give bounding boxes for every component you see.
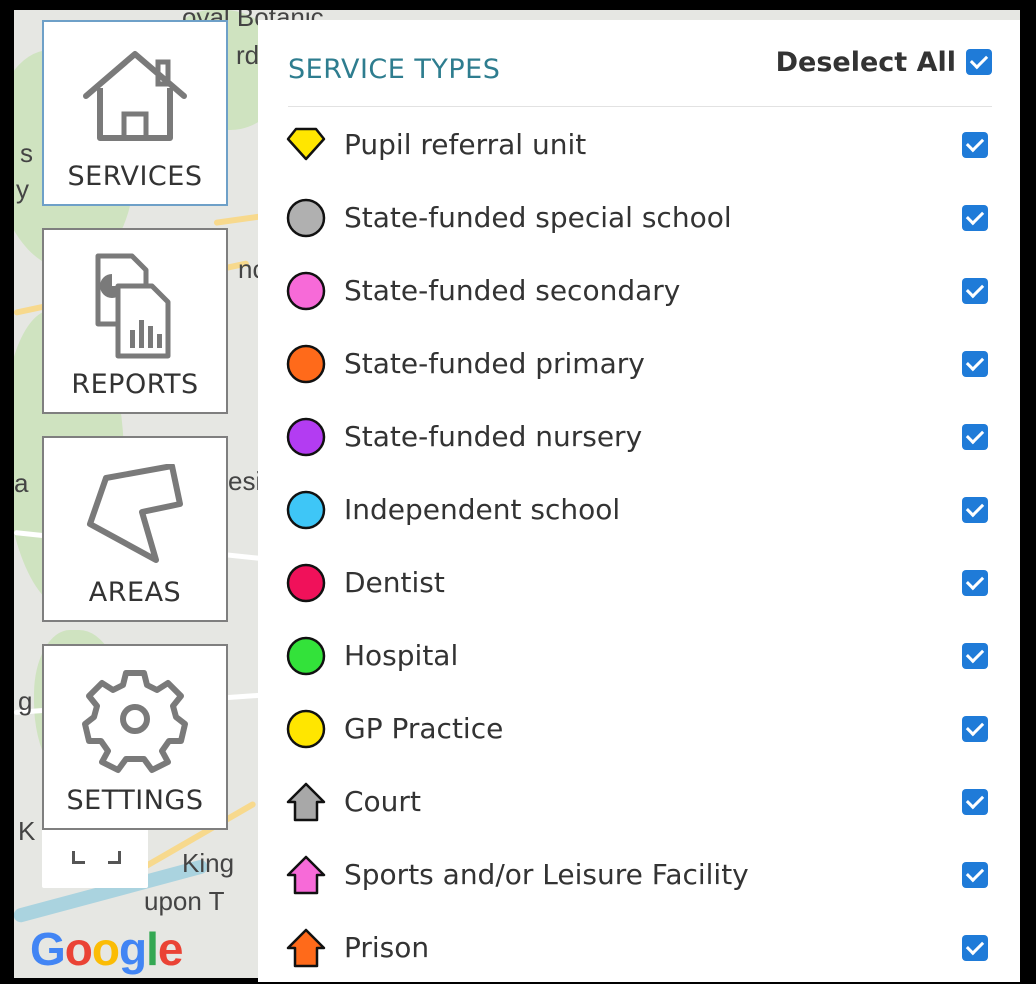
map-label: a [14,468,29,498]
service-type-checkbox[interactable] [962,350,988,377]
service-type-label: Prison [344,931,430,964]
gear-icon [82,670,188,773]
circle-marker-icon [284,561,328,605]
google-logo: Google [30,922,184,976]
service-type-label: Hospital [344,639,459,672]
service-types-panel: SERVICE TYPES Deselect All Pupil referra… [258,20,1020,982]
circle-marker-icon [284,196,328,240]
home-icon [83,51,187,141]
google-logo-letter: e [157,923,184,975]
circle-marker-icon [284,269,328,313]
service-type-list: Pupil referral unit State-funded special … [286,108,990,984]
house-marker-icon [284,853,328,897]
google-logo-letter: o [64,923,93,975]
service-type-checkbox[interactable] [962,861,988,888]
service-type-row[interactable]: Dentist [286,546,990,619]
nav-services-label: SERVICES [67,161,203,192]
panel-header: SERVICE TYPES Deselect All [288,44,992,107]
house-marker-icon [284,926,328,970]
panel-title: SERVICE TYPES [288,54,501,85]
nav-reports-button[interactable]: REPORTS [42,228,228,414]
service-type-checkbox[interactable] [962,423,988,450]
service-type-checkbox[interactable] [962,569,988,596]
map-label: rd [236,40,260,70]
service-type-row[interactable]: State-funded secondary [286,254,990,327]
nav-reports-label: REPORTS [71,369,199,400]
google-logo-letter: g [119,923,147,975]
circle-marker-icon [284,707,328,751]
fullscreen-icon [72,851,85,864]
service-type-label: Dentist [344,566,445,599]
nav-services-button[interactable]: SERVICES [42,20,228,206]
map-label: y [16,174,29,204]
deselect-all-label: Deselect All [775,46,956,78]
circle-marker-icon [284,634,328,678]
service-type-checkbox[interactable] [962,204,988,231]
service-type-label: Court [344,785,421,818]
service-type-checkbox[interactable] [962,642,988,669]
service-type-checkbox[interactable] [962,496,988,523]
service-type-label: Sports and/or Leisure Facility [344,858,749,891]
google-logo-letter: o [91,923,120,975]
fullscreen-button[interactable] [42,826,148,888]
service-type-row[interactable]: Independent school [286,473,990,546]
deselect-all-toggle[interactable]: Deselect All [776,44,992,80]
map-label: King [182,848,235,878]
service-type-label: State-funded primary [344,347,645,380]
map-label: esi [228,466,262,496]
service-type-label: State-funded special school [344,201,732,234]
service-type-checkbox[interactable] [962,277,988,304]
service-type-row[interactable]: State-funded primary [286,327,990,400]
circle-marker-icon [284,342,328,386]
service-type-row[interactable]: Court [286,765,990,838]
service-type-label: Pupil referral unit [344,128,587,161]
diamond-marker-icon [284,123,328,167]
nav-areas-label: AREAS [88,577,182,608]
google-logo-letter: l [146,923,159,975]
fullscreen-icon [108,851,121,864]
google-logo-letter: G [30,923,66,975]
service-type-label: GP Practice [344,712,504,745]
nav-areas-button[interactable]: AREAS [42,436,228,622]
service-type-row[interactable]: Pupil referral unit [286,108,990,181]
service-type-checkbox[interactable] [962,934,988,961]
service-type-row[interactable]: Hospital [286,619,990,692]
service-type-label: State-funded secondary [344,274,681,307]
nav-settings-button[interactable]: SETTINGS [42,644,228,830]
service-type-checkbox[interactable] [962,715,988,742]
service-type-checkbox[interactable] [962,788,988,815]
service-type-row[interactable]: Prison [286,911,990,984]
map-label: g [18,686,33,716]
service-type-row[interactable]: GP Practice [286,692,990,765]
report-document-icon [95,253,171,359]
map-label: K [18,816,36,846]
service-type-label: State-funded nursery [344,420,643,453]
service-type-row[interactable]: Sports and/or Leisure Facility [286,838,990,911]
service-type-row[interactable]: State-funded nursery [286,400,990,473]
map-label: s [20,138,33,168]
polygon-area-icon [87,464,183,563]
nav-settings-label: SETTINGS [66,785,204,816]
service-type-checkbox[interactable] [962,131,988,158]
service-type-row[interactable]: State-funded special school [286,181,990,254]
deselect-all-checkbox[interactable] [966,49,992,75]
circle-marker-icon [284,488,328,532]
service-type-label: Independent school [344,493,621,526]
circle-marker-icon [284,415,328,459]
house-marker-icon [284,780,328,824]
map-label: upon T [144,886,225,916]
